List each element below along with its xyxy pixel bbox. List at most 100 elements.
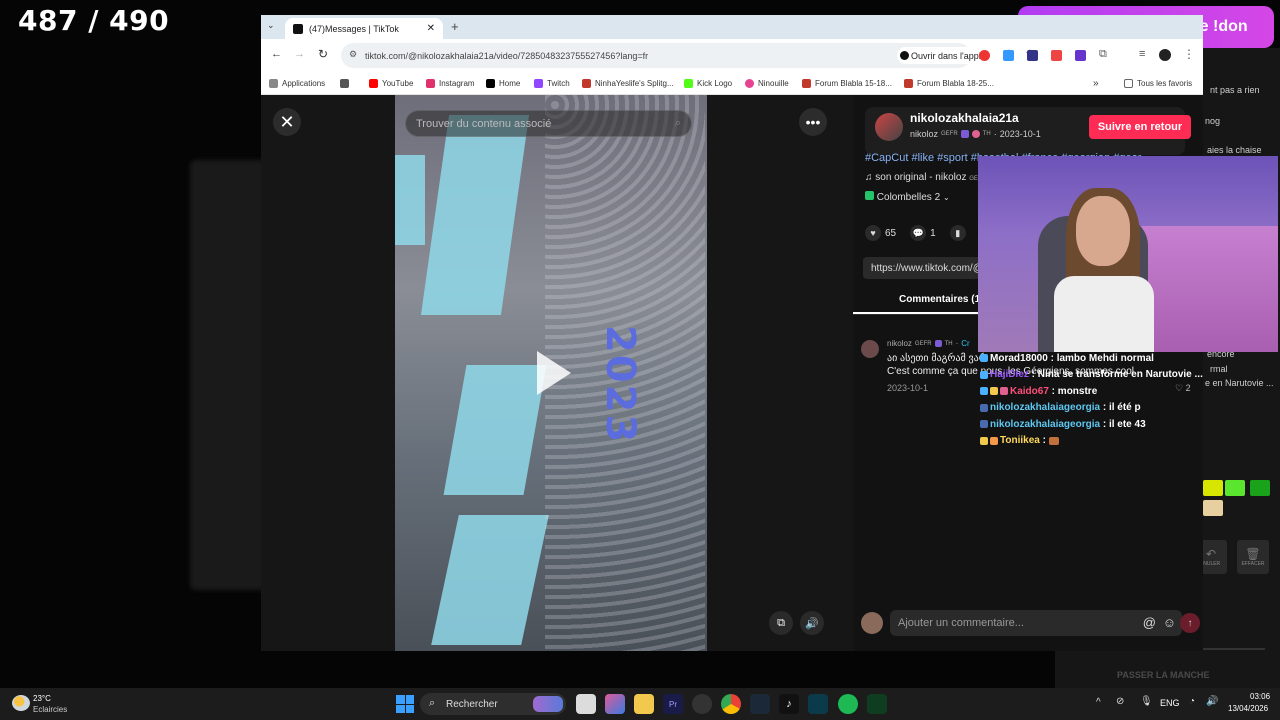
- weather-icon[interactable]: [12, 695, 30, 711]
- extension-icon[interactable]: [1075, 50, 1086, 61]
- site-info-icon[interactable]: ⚙: [349, 49, 357, 60]
- network-off-icon[interactable]: ⊘: [1116, 696, 1124, 707]
- language-indicator[interactable]: ENG: [1160, 698, 1180, 708]
- address-bar[interactable]: ⚙ tiktok.com/@nikolozakhalaia21a/video/7…: [341, 43, 1035, 68]
- color-swatch[interactable]: [1250, 480, 1270, 496]
- file-explorer-icon[interactable]: [634, 694, 654, 714]
- new-tab-icon[interactable]: +: [451, 19, 459, 34]
- badge-icon: [990, 436, 998, 445]
- tiktok-icon[interactable]: ♪: [779, 694, 799, 714]
- collection-link[interactable]: Colombelles 2 ⌄: [865, 191, 950, 203]
- comment-input[interactable]: Ajouter un commentaire... @ ☺: [890, 610, 1182, 636]
- comment-avatar[interactable]: [861, 340, 879, 358]
- bookmark-applications[interactable]: Applications: [269, 79, 325, 88]
- opera-extension-icon[interactable]: [979, 50, 990, 61]
- reload-icon[interactable]: ↻: [318, 47, 328, 61]
- author-card: nikolozakhalaia21a nikoloz GEFR TH · 202…: [865, 107, 1191, 155]
- menu-icon[interactable]: ⋮: [1183, 47, 1195, 61]
- extensions-icon[interactable]: ⧉: [1099, 48, 1107, 61]
- bookmark-grid[interactable]: [340, 79, 353, 88]
- pip-button[interactable]: ⧉: [769, 611, 793, 635]
- app-icon[interactable]: [808, 694, 828, 714]
- chrome-icon[interactable]: [721, 694, 741, 714]
- badge-icon: [980, 403, 988, 412]
- avatar[interactable]: [875, 113, 903, 141]
- panel-text: nt pas a rien: [1210, 85, 1260, 95]
- tray-chevron-icon[interactable]: ^: [1096, 697, 1101, 708]
- spotify-icon[interactable]: [838, 694, 858, 714]
- close-video-button[interactable]: ✕: [273, 108, 301, 136]
- comment-author[interactable]: nikoloz GEFR TH · Cr: [887, 339, 970, 348]
- clock-date[interactable]: 13/04/2026: [1228, 704, 1268, 713]
- bookmark-instagram[interactable]: Instagram: [426, 79, 475, 88]
- related-search-input[interactable]: Trouver du contenu associé ⌕: [405, 110, 692, 137]
- like-count: 65: [885, 227, 897, 239]
- apps-grid-icon: [269, 79, 278, 88]
- tab-comments[interactable]: Commentaires (1): [899, 294, 983, 305]
- webcam-person-body: [1054, 276, 1154, 352]
- comment-icon[interactable]: 💬: [910, 225, 927, 241]
- share-link[interactable]: https://www.tiktok.com/@: [863, 257, 993, 279]
- app-icon[interactable]: [867, 694, 887, 714]
- forward-icon[interactable]: →: [294, 48, 305, 60]
- copilot-icon[interactable]: [605, 694, 625, 714]
- profile-avatar[interactable]: [1159, 49, 1171, 61]
- sound-info[interactable]: ♫ son original - nikoloz GE: [865, 172, 978, 183]
- send-comment-button[interactable]: ↑: [1180, 613, 1200, 633]
- steam-icon[interactable]: [750, 694, 770, 714]
- chat-message: Morad18000 : lambo Mehdi normal: [980, 350, 1220, 367]
- sound-name: son original - nikoloz: [875, 172, 967, 183]
- more-options-button[interactable]: •••: [799, 108, 827, 136]
- windows-start-icon[interactable]: [396, 695, 414, 713]
- bookmark-kick[interactable]: Kick Logo: [684, 79, 732, 88]
- bookmark-youtube[interactable]: YouTube: [369, 79, 413, 88]
- settings-icon[interactable]: [692, 694, 712, 714]
- premiere-icon[interactable]: Pr: [663, 694, 683, 714]
- reading-list-icon[interactable]: ≡: [1139, 48, 1145, 60]
- color-swatch[interactable]: [1225, 480, 1245, 496]
- badge-icon: [971, 130, 980, 138]
- search-icon[interactable]: ⌕: [675, 117, 681, 130]
- close-tab-icon[interactable]: ✕: [427, 23, 435, 34]
- panel-text: nog: [1205, 116, 1221, 126]
- chat-user: nikolozakhalaiageorgia: [990, 418, 1101, 430]
- all-favorites[interactable]: Tous les favoris: [1124, 79, 1192, 88]
- emoji-icon[interactable]: ☺: [1163, 615, 1176, 630]
- extension-icon[interactable]: [1051, 50, 1062, 61]
- task-view-icon[interactable]: [576, 694, 596, 714]
- clock-time[interactable]: 03:06: [1250, 692, 1270, 701]
- tab-tiktok[interactable]: (47)Messages | TikTok ✕: [285, 18, 443, 39]
- more-bookmarks-icon[interactable]: »: [1093, 78, 1099, 89]
- mic-icon[interactable]: 🎙: [1140, 696, 1153, 707]
- badge-icon: [980, 370, 988, 379]
- taskbar-search[interactable]: ⌕ Rechercher: [420, 693, 566, 715]
- toolbar: ← → ↻ ⚙ tiktok.com/@nikolozakhalaia21a/v…: [261, 39, 1203, 73]
- bookmark-home[interactable]: Home: [486, 79, 520, 88]
- follow-back-button[interactable]: Suivre en retour: [1089, 115, 1191, 139]
- forum-icon: [802, 79, 811, 88]
- video-graphic: [443, 365, 547, 495]
- bookmark-forum-15-18[interactable]: Forum Blabla 15-18...: [802, 79, 892, 88]
- extension-icon[interactable]: [1027, 50, 1038, 61]
- color-swatch[interactable]: [1203, 480, 1223, 496]
- volume-icon[interactable]: 🔊: [1206, 696, 1218, 707]
- bookmark-splitgate[interactable]: NinhaYeslife's Splitg...: [582, 79, 674, 88]
- extension-icon[interactable]: [1003, 50, 1014, 61]
- color-swatch[interactable]: [1203, 500, 1223, 516]
- like-icon[interactable]: ♥: [865, 225, 881, 241]
- bookmark-ninouille[interactable]: Ninouille: [745, 79, 789, 88]
- post-date: 2023-10-1: [999, 129, 1041, 139]
- mention-icon[interactable]: @: [1143, 615, 1156, 630]
- wifi-icon[interactable]: ◔: [1189, 696, 1195, 707]
- bookmark-twitch[interactable]: Twitch: [534, 79, 570, 88]
- bookmark-forum-18-25[interactable]: Forum Blabla 18-25...: [904, 79, 994, 88]
- erase-button[interactable]: 🗑 EFFACER: [1237, 540, 1269, 574]
- play-icon[interactable]: [537, 351, 571, 395]
- more-icon: •••: [805, 114, 821, 130]
- tab-list-icon[interactable]: ⌄: [267, 20, 275, 31]
- author-username[interactable]: nikolozakhalaia21a: [910, 111, 1019, 125]
- volume-button[interactable]: 🔊: [800, 611, 824, 635]
- bookmark-icon[interactable]: ▮: [949, 225, 966, 241]
- back-icon[interactable]: ←: [271, 48, 282, 60]
- taskbar: 23°C Eclaircies ⌕ Rechercher Pr ♪ ^ ⊘ 🎙 …: [0, 688, 1280, 720]
